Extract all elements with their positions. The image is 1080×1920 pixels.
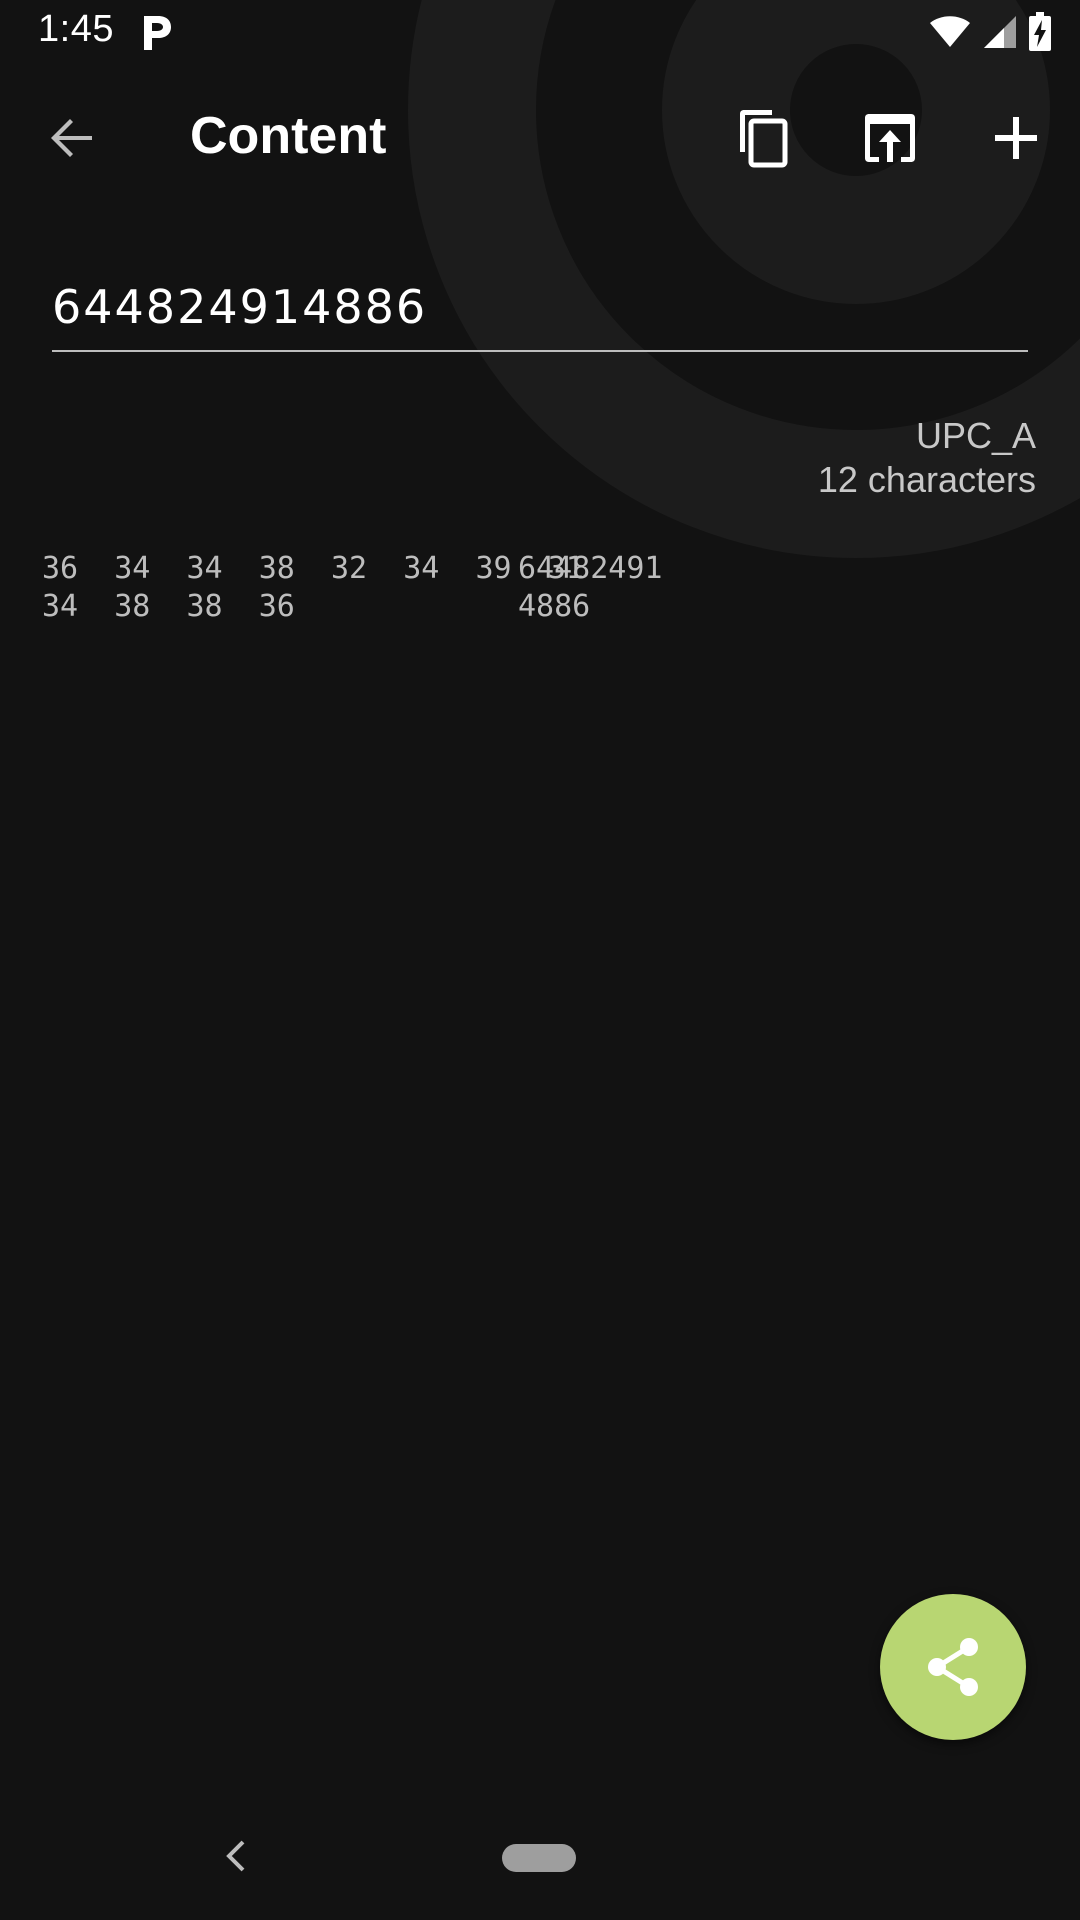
character-count: 12 characters bbox=[817, 459, 1036, 500]
add-icon bbox=[995, 117, 1037, 159]
hex-text: 4886 bbox=[518, 589, 591, 624]
hex-text: 64482491 bbox=[518, 551, 663, 586]
nav-back-icon bbox=[226, 1840, 245, 1872]
copy-icon bbox=[740, 110, 788, 168]
content-input[interactable] bbox=[52, 280, 1028, 334]
barcode-format: UPC_A bbox=[915, 415, 1036, 456]
hex-bytes: 36 34 34 38 32 34 39 31 bbox=[42, 551, 584, 586]
nav-back-button[interactable] bbox=[206, 1826, 266, 1886]
format-info: UPC_A 12 characters bbox=[818, 414, 1036, 502]
content-field[interactable] bbox=[52, 270, 1028, 352]
open-button[interactable] bbox=[848, 96, 932, 180]
status-icons bbox=[928, 12, 1052, 52]
share-fab[interactable] bbox=[880, 1594, 1026, 1740]
page-title: Content bbox=[190, 107, 387, 165]
back-button[interactable] bbox=[30, 96, 114, 180]
cell-signal-icon bbox=[984, 16, 1016, 48]
copy-button[interactable] bbox=[720, 96, 804, 180]
content-screen: 1:45 Content 644824914886 UPC_A 12 chara… bbox=[0, 0, 1080, 1920]
home-pill-icon[interactable] bbox=[502, 1844, 576, 1872]
add-button[interactable] bbox=[974, 96, 1058, 180]
arrow-back-icon bbox=[51, 119, 92, 157]
wifi-icon bbox=[930, 16, 970, 47]
hex-dump: 36 34 34 38 32 34 39 31 64482491 34 38 3… bbox=[42, 550, 663, 626]
status-bar: 1:45 bbox=[0, 0, 1080, 64]
hex-bytes: 34 38 38 36 bbox=[42, 589, 295, 624]
hex-row: 34 38 38 36 4886 bbox=[42, 588, 663, 626]
app-bar: Content bbox=[0, 80, 1080, 192]
navigation-bar bbox=[0, 1800, 1080, 1920]
open-in-app-icon bbox=[865, 114, 915, 162]
hex-row: 36 34 34 38 32 34 39 31 64482491 bbox=[42, 550, 663, 588]
status-time: 1:45 bbox=[38, 8, 114, 50]
share-icon bbox=[928, 1638, 978, 1696]
battery-charging-icon bbox=[1029, 12, 1051, 51]
parking-p-icon bbox=[144, 16, 171, 50]
